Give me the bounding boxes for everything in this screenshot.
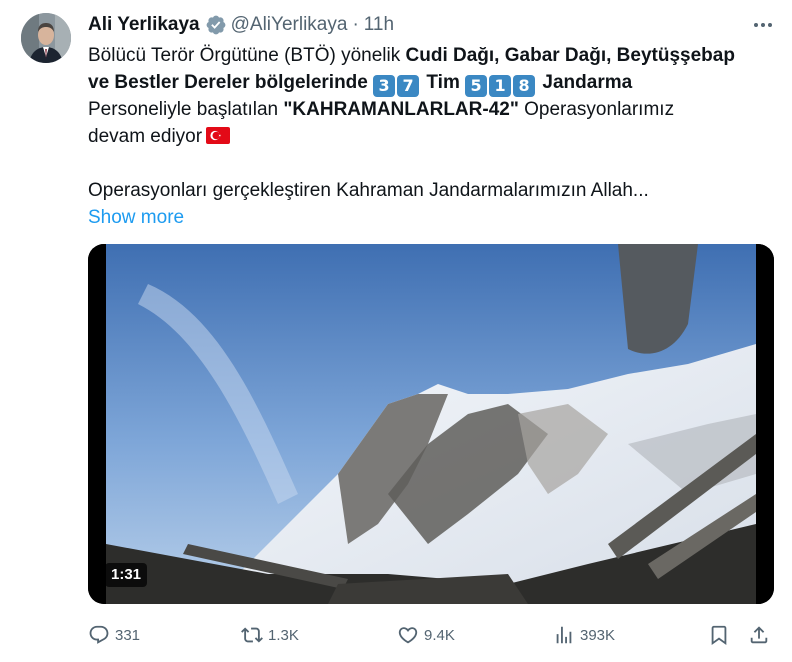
- text-segment: Operasyonları gerçekleştiren Kahraman Ja…: [88, 180, 649, 201]
- text-segment: Operasyonlarımız: [518, 99, 675, 120]
- avatar[interactable]: [21, 13, 71, 63]
- views-icon: [556, 626, 572, 644]
- post-text-line: devam ediyor: [88, 123, 778, 150]
- post-text-line-spacer: [88, 150, 778, 177]
- text-bold-segment: "KAHRAMANLARLAR-42": [283, 99, 519, 120]
- like-icon: [398, 627, 418, 644]
- video-player[interactable]: [88, 244, 774, 604]
- keycap-digit: 7: [397, 75, 420, 97]
- text-bold-segment: ve Bestler Dereler bölgelerinde: [88, 72, 374, 93]
- post-action-bar: 331 1.3K 9.4K 393K: [88, 620, 778, 650]
- author-handle[interactable]: @AliYerlikaya: [231, 14, 348, 36]
- reply-button[interactable]: 331: [88, 620, 140, 650]
- reply-count: 331: [115, 626, 141, 644]
- keycap-digit: 5: [465, 75, 488, 97]
- like-count: 9.4K: [424, 626, 455, 644]
- post-text-line: Show more: [88, 204, 778, 231]
- share-button[interactable]: [748, 620, 775, 650]
- more-icon: [754, 23, 772, 27]
- text-segment: Personeliyle başlatılan: [88, 99, 284, 120]
- repost-button[interactable]: 1.3K: [241, 620, 299, 650]
- like-button[interactable]: 9.4K: [397, 620, 455, 650]
- keycap-digit: 1: [489, 75, 512, 97]
- post-header: Ali Yerlikaya @AliYerlikaya · 11h: [88, 12, 394, 38]
- views-button[interactable]: 393K: [553, 620, 615, 650]
- turkey-flag-icon: [206, 127, 231, 144]
- keycap-digit: 3: [373, 75, 396, 97]
- repost-count: 1.3K: [268, 626, 299, 644]
- avatar-image: [21, 13, 71, 63]
- post-text-line: Personeliyle başlatılan "KAHRAMANLARLAR-…: [88, 96, 778, 123]
- post-text-line: ve Bestler Dereler bölgelerinde 37 Tim 5…: [88, 69, 778, 97]
- text-segment: Bölücü Terör Örgütüne (BTÖ) yönelik: [88, 45, 406, 66]
- keycap-digit: 8: [513, 75, 536, 97]
- text-bold-segment: Cudi Dağı, Gabar Dağı, Beytüşşebap: [405, 45, 735, 66]
- post-timestamp[interactable]: 11h: [364, 14, 394, 36]
- view-count: 393K: [580, 626, 616, 644]
- video-frame-image: [88, 244, 774, 604]
- post-text: Bölücü Terör Örgütüne (BTÖ) yönelik Cudi…: [88, 42, 778, 231]
- repost-icon: [241, 627, 263, 643]
- header-separator: ·: [352, 14, 359, 35]
- bookmark-icon: [711, 625, 727, 646]
- share-icon: [750, 626, 768, 644]
- post-text-line: Bölücü Terör Örgütüne (BTÖ) yönelik Cudi…: [88, 42, 778, 69]
- more-options-button[interactable]: [748, 12, 778, 38]
- reply-icon: [89, 625, 109, 644]
- post-text-line: Operasyonları gerçekleştiren Kahraman Ja…: [88, 177, 778, 204]
- video-duration-badge: 1:31: [105, 563, 148, 587]
- verified-badge-icon: [206, 15, 226, 35]
- text-segment: devam ediyor: [88, 126, 203, 147]
- text-bold-segment: Tim: [421, 72, 466, 93]
- author-name[interactable]: Ali Yerlikaya: [88, 14, 200, 36]
- show-more-link[interactable]: Show more: [88, 207, 184, 228]
- text-bold-segment: Jandarma: [537, 72, 633, 93]
- bookmark-button[interactable]: [708, 620, 735, 650]
